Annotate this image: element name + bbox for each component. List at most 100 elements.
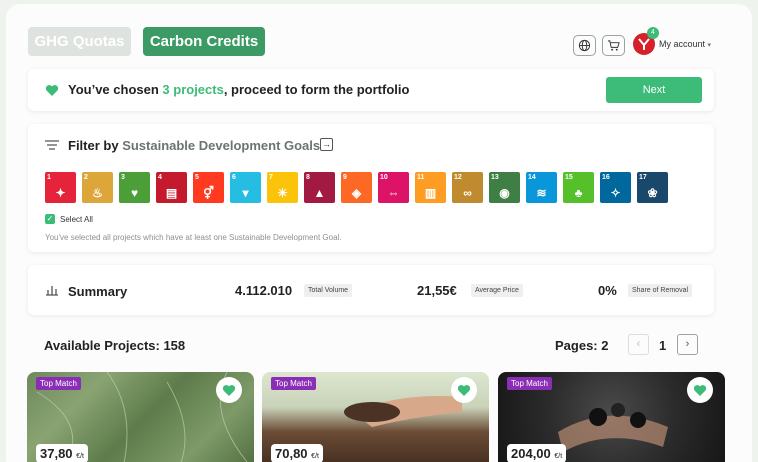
external-link-icon[interactable]: → bbox=[320, 138, 333, 151]
total-volume-label: Total Volume bbox=[304, 284, 353, 297]
sdg-goal-icon: ❀ bbox=[647, 186, 658, 200]
sdg-number: 6 bbox=[232, 174, 236, 181]
favorite-button[interactable] bbox=[687, 377, 713, 403]
project-card[interactable]: Top Match 37,80 €/t bbox=[27, 372, 254, 462]
sdg-goal-12[interactable]: 12 ∞ bbox=[452, 172, 483, 203]
chevron-left-icon: ‹ bbox=[636, 338, 641, 350]
price-unit: €/t bbox=[76, 453, 84, 460]
sdg-number: 10 bbox=[380, 174, 388, 181]
checkbox-checked-icon: ✓ bbox=[45, 214, 55, 224]
select-all-checkbox[interactable]: ✓ Select All bbox=[45, 214, 93, 224]
sdg-goal-1[interactable]: 1 ✦ bbox=[45, 172, 76, 203]
project-card[interactable]: Top Match 70,80 €/t bbox=[262, 372, 489, 462]
project-price: 37,80 €/t bbox=[36, 444, 88, 462]
sdg-goal-6[interactable]: 6 ▾ bbox=[230, 172, 261, 203]
average-price-value: 21,55€ bbox=[417, 283, 457, 298]
price-unit: €/t bbox=[311, 453, 319, 460]
price-value: 204,00 bbox=[511, 446, 551, 461]
sdg-goal-icon: ♨ bbox=[92, 186, 103, 200]
sdg-number: 16 bbox=[602, 174, 610, 181]
selection-prefix: You’ve chosen bbox=[68, 82, 163, 97]
sdg-goal-17[interactable]: 17 ❀ bbox=[637, 172, 668, 203]
account-label: My account bbox=[659, 39, 706, 49]
top-bar: GHG Quotas Carbon Credits 4 My account ▾ bbox=[28, 27, 724, 57]
filter-icon bbox=[45, 140, 59, 150]
selection-message: You’ve chosen 3 projects, proceed to for… bbox=[68, 82, 409, 97]
selection-suffix: , proceed to form the portfolio bbox=[223, 82, 410, 97]
favorite-button[interactable] bbox=[451, 377, 477, 403]
price-value: 37,80 bbox=[40, 446, 73, 461]
sdg-goal-icon: ▲ bbox=[313, 186, 326, 200]
heart-icon bbox=[457, 384, 471, 396]
sdg-goal-icon: ✧ bbox=[610, 186, 621, 200]
filter-title: Filter by Sustainable Development Goals bbox=[68, 138, 320, 153]
sdg-goal-icon: ♣ bbox=[574, 186, 583, 200]
sdg-number: 7 bbox=[269, 174, 273, 181]
heart-icon bbox=[222, 384, 236, 396]
top-match-badge: Top Match bbox=[36, 377, 81, 390]
next-page-button[interactable]: › bbox=[677, 334, 698, 355]
average-price-label: Average Price bbox=[471, 284, 523, 297]
sdg-goal-icon: ♥ bbox=[130, 186, 139, 200]
sdg-goal-3[interactable]: 3 ♥ bbox=[119, 172, 150, 203]
sdg-number: 9 bbox=[343, 174, 347, 181]
sdg-number: 11 bbox=[417, 174, 425, 181]
sdg-number: 1 bbox=[47, 174, 51, 181]
sdg-number: 17 bbox=[639, 174, 647, 181]
filter-subtitle: Sustainable Development Goals bbox=[122, 138, 321, 153]
next-button[interactable]: Next bbox=[606, 77, 702, 103]
sdg-filter-panel: Filter by Sustainable Development Goals … bbox=[28, 124, 714, 252]
notification-badge: 4 bbox=[647, 27, 659, 39]
sdg-number: 5 bbox=[195, 174, 199, 181]
filter-title-prefix: Filter by bbox=[68, 138, 123, 153]
globe-icon[interactable] bbox=[573, 35, 596, 56]
sdg-goal-icon: ∞ bbox=[463, 186, 472, 200]
chevron-down-icon: ▾ bbox=[707, 42, 712, 49]
sdg-number: 12 bbox=[454, 174, 462, 181]
selection-count: 3 projects bbox=[162, 82, 224, 97]
tab-ghg-quotas[interactable]: GHG Quotas bbox=[28, 27, 131, 56]
my-account-menu[interactable]: My account ▾ bbox=[659, 39, 711, 49]
share-removal-label: Share of Removal bbox=[628, 284, 693, 297]
sdg-number: 4 bbox=[158, 174, 162, 181]
sdg-goal-9[interactable]: 9 ◈ bbox=[341, 172, 372, 203]
tab-carbon-credits[interactable]: Carbon Credits bbox=[143, 27, 265, 56]
sdg-goal-10[interactable]: 10 ⇔ bbox=[378, 172, 409, 203]
sdg-goal-icon: ✦ bbox=[55, 186, 66, 200]
sdg-goal-14[interactable]: 14 ≋ bbox=[526, 172, 557, 203]
prev-page-button[interactable]: ‹ bbox=[628, 334, 649, 355]
sdg-goal-icon: ☀ bbox=[277, 186, 288, 200]
sdg-goal-8[interactable]: 8 ▲ bbox=[304, 172, 335, 203]
price-unit: €/t bbox=[554, 453, 563, 460]
sdg-number: 8 bbox=[306, 174, 310, 181]
sdg-goal-11[interactable]: 11 ▥ bbox=[415, 172, 446, 203]
sdg-goal-13[interactable]: 13 ◉ bbox=[489, 172, 520, 203]
project-card[interactable]: Top Match 204,00 €/t bbox=[498, 372, 725, 462]
share-removal-value: 0% bbox=[598, 283, 617, 298]
favorite-button[interactable] bbox=[216, 377, 242, 403]
price-value: 70,80 bbox=[275, 446, 308, 461]
sdg-goal-icon: ⇔ bbox=[387, 186, 400, 200]
sdg-number: 3 bbox=[121, 174, 125, 181]
cart-icon[interactable] bbox=[602, 35, 625, 56]
sdg-goal-icon: ≋ bbox=[536, 186, 547, 200]
project-price: 204,00 €/t bbox=[507, 444, 567, 462]
sdg-goal-2[interactable]: 2 ♨ bbox=[82, 172, 113, 203]
top-match-badge: Top Match bbox=[507, 377, 552, 390]
summary-panel: Summary 4.112.010 Total Volume 21,55€ Av… bbox=[28, 265, 714, 315]
total-volume-value: 4.112.010 bbox=[235, 283, 293, 298]
sdg-goal-4[interactable]: 4 ▤ bbox=[156, 172, 187, 203]
sdg-number: 13 bbox=[491, 174, 499, 181]
project-price: 70,80 €/t bbox=[271, 444, 323, 462]
select-all-label: Select All bbox=[60, 214, 93, 224]
sdg-goal-16[interactable]: 16 ✧ bbox=[600, 172, 631, 203]
summary-title: Summary bbox=[68, 284, 128, 299]
chevron-right-icon: › bbox=[685, 338, 690, 350]
sdg-goal-icon: ▾ bbox=[242, 186, 249, 200]
sdg-goal-5[interactable]: 5 ⚥ bbox=[193, 172, 224, 203]
sdg-number: 15 bbox=[565, 174, 573, 181]
selection-bar: You’ve chosen 3 projects, proceed to for… bbox=[28, 69, 714, 111]
top-match-badge: Top Match bbox=[271, 377, 316, 390]
sdg-goal-15[interactable]: 15 ♣ bbox=[563, 172, 594, 203]
sdg-goal-7[interactable]: 7 ☀ bbox=[267, 172, 298, 203]
